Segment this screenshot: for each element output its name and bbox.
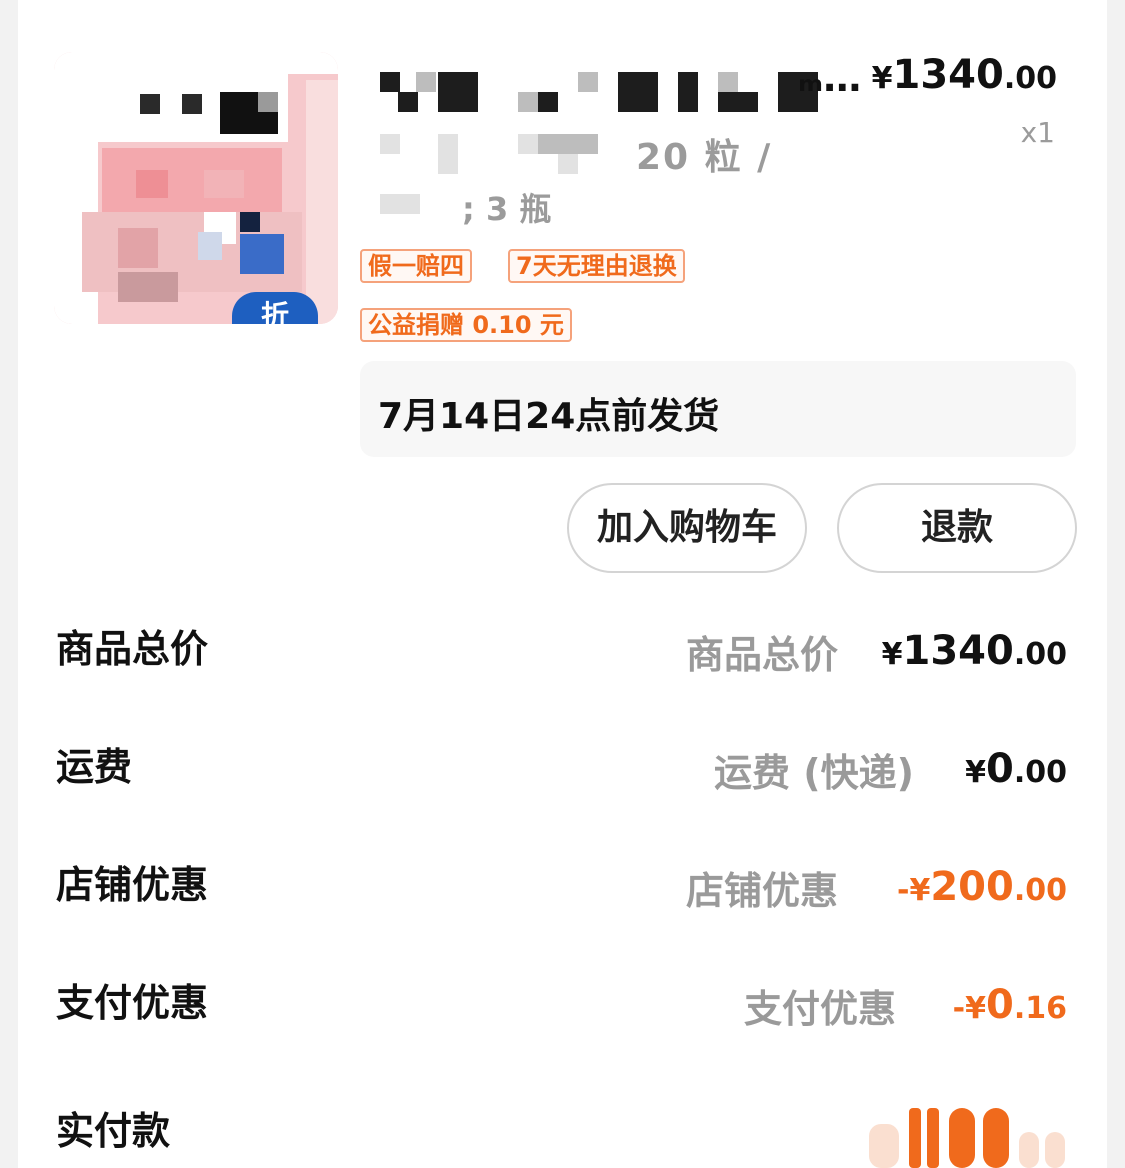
paid-amount-blurred [869,1096,1089,1168]
shipping-fee-sub: 运费 (快递) [714,751,914,795]
shop-discount-label: 店铺优惠 [56,863,209,907]
goods-total-sub: 商品总价 [686,633,839,677]
product-thumbnail[interactable]: 折 [54,52,338,324]
product-spec-line1: 20 粒 / [636,137,773,178]
order-detail-card: 折 ₘ… 20 粒 / ; 3 瓶 ¥1340.00 x1 假一赔四 7天无理由… [18,0,1107,1168]
tag-7day-return: 7天无理由退换 [508,249,685,283]
pay-discount-label: 支付优惠 [56,981,209,1025]
tag-charity-donation: 公益捐赠 0.10 元 [360,308,572,342]
paid-amount-label: 实付款 [56,1109,171,1153]
pay-discount-value: -¥0.16 [952,982,1067,1028]
goods-total-value: ¥1340.00 [881,628,1067,674]
product-quantity: x1 [1020,116,1055,149]
add-to-cart-button[interactable]: 加入购物车 [567,483,807,573]
shop-discount-value: -¥200.00 [897,864,1067,910]
product-spec-line2: ; 3 瓶 [462,190,552,228]
refund-button[interactable]: 退款 [837,483,1077,573]
shipping-fee-value: ¥0.00 [965,746,1067,792]
discount-badge-icon: 折 [232,292,318,324]
product-unit-price: ¥1340.00 [871,52,1057,98]
tag-fake-compensation: 假一赔四 [360,249,472,283]
product-title-mosaic [380,70,870,240]
goods-total-label: 商品总价 [56,627,209,671]
shipping-note-box: 7月14日24点前发货 [360,361,1076,457]
shop-discount-sub: 店铺优惠 [686,869,839,913]
pay-discount-sub: 支付优惠 [744,987,897,1031]
shipping-note: 7月14日24点前发货 [378,396,720,437]
product-title-tail: ₘ… [798,56,862,100]
shipping-fee-label: 运费 [56,745,133,789]
